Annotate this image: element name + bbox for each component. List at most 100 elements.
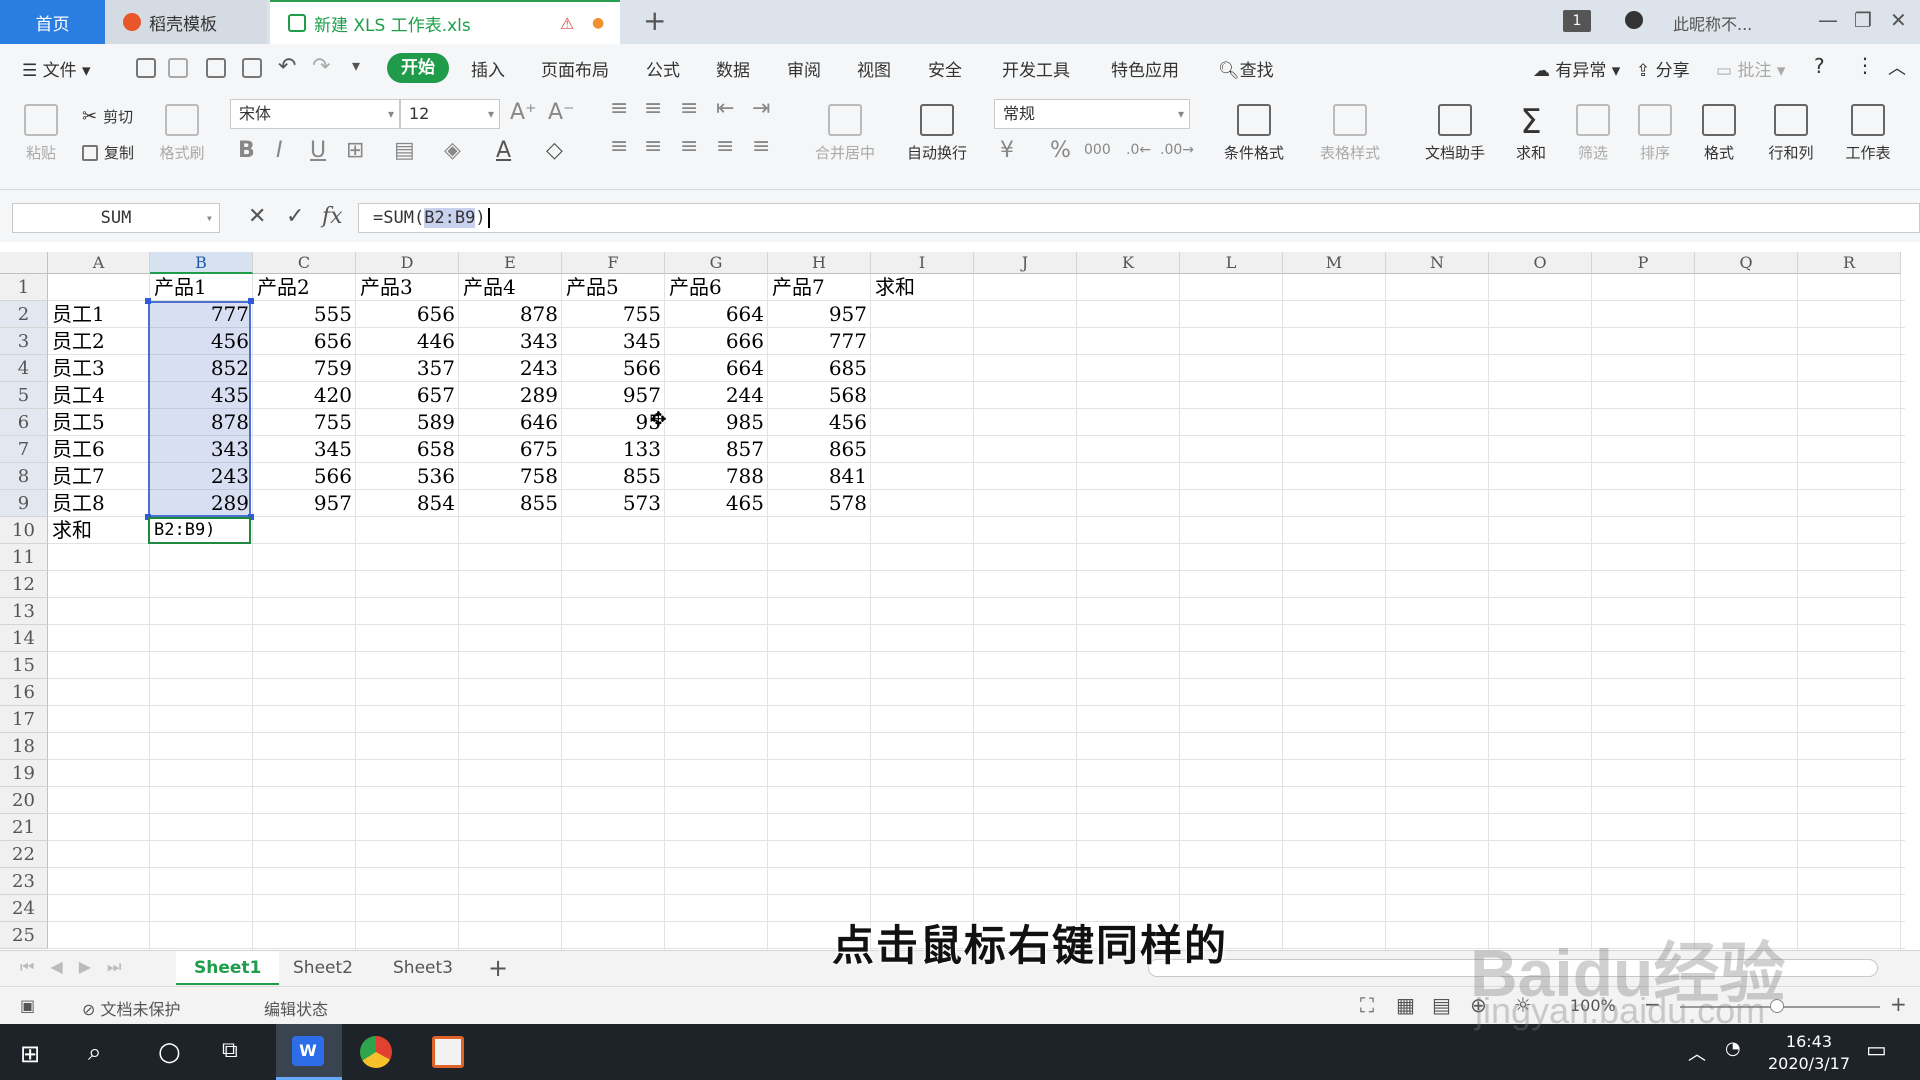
value-cell[interactable]: 656 bbox=[356, 301, 459, 328]
increase-font-icon[interactable]: A⁺ bbox=[510, 100, 537, 125]
value-cell[interactable]: 759 bbox=[253, 355, 356, 382]
network-icon[interactable]: ◔ bbox=[1725, 1038, 1741, 1059]
more-icon[interactable]: ⋮ bbox=[1855, 53, 1875, 77]
column-header[interactable]: P bbox=[1592, 252, 1695, 274]
row-col-button[interactable]: 行和列 bbox=[1758, 104, 1824, 163]
row-header[interactable]: 7 bbox=[0, 436, 48, 463]
distribute-icon[interactable]: ≡ bbox=[752, 134, 770, 159]
fullscreen-icon[interactable]: ⛶ bbox=[1360, 993, 1374, 1017]
column-header[interactable]: N bbox=[1386, 252, 1489, 274]
indent-increase-icon[interactable]: ⇥ bbox=[752, 96, 770, 121]
insert-function-button[interactable]: fx bbox=[322, 204, 343, 229]
align-middle-icon[interactable]: ≡ bbox=[644, 96, 662, 121]
value-cell[interactable]: 878 bbox=[150, 409, 253, 436]
value-cell[interactable]: 658 bbox=[356, 436, 459, 463]
align-left-icon[interactable]: ≡ bbox=[610, 134, 628, 159]
menu-page-layout[interactable]: 页面布局 bbox=[541, 56, 609, 81]
row-header[interactable]: 25 bbox=[0, 922, 48, 949]
value-cell[interactable]: 675 bbox=[459, 436, 562, 463]
row-header[interactable]: 8 bbox=[0, 463, 48, 490]
percent-icon[interactable]: % bbox=[1050, 138, 1071, 163]
column-header[interactable]: K bbox=[1077, 252, 1180, 274]
table-style-button[interactable]: 表格样式 bbox=[1308, 104, 1392, 163]
value-cell[interactable]: 566 bbox=[562, 355, 665, 382]
column-header[interactable]: B bbox=[150, 252, 253, 274]
menu-developer[interactable]: 开发工具 bbox=[1002, 56, 1070, 81]
copy-button[interactable]: 复制 bbox=[82, 142, 134, 163]
menu-search[interactable]: 🔍︎查找 bbox=[1218, 56, 1274, 81]
value-cell[interactable]: 345 bbox=[562, 328, 665, 355]
row-label-cell[interactable]: 员工7 bbox=[48, 463, 150, 490]
taskbar-wps-app[interactable]: W bbox=[276, 1024, 342, 1080]
value-cell[interactable]: 656 bbox=[253, 328, 356, 355]
value-cell[interactable]: 446 bbox=[356, 328, 459, 355]
header-cell[interactable]: 产品4 bbox=[459, 274, 562, 301]
comment-button[interactable]: ▭ 批注 ▾ bbox=[1716, 56, 1785, 81]
value-cell[interactable]: 536 bbox=[356, 463, 459, 490]
header-cell[interactable]: 产品1 bbox=[150, 274, 253, 301]
row-header[interactable]: 13 bbox=[0, 598, 48, 625]
tab-sheet1[interactable]: Sheet1 bbox=[176, 951, 280, 985]
thousand-separator-icon[interactable]: 000 bbox=[1084, 142, 1111, 158]
decrease-decimal-icon[interactable]: .00→ bbox=[1160, 142, 1194, 158]
restore-icon[interactable]: ❐ bbox=[1854, 8, 1872, 32]
column-header[interactable]: H bbox=[768, 252, 871, 274]
fill-color-icon[interactable]: ◈ bbox=[444, 138, 461, 163]
row-header[interactable]: 12 bbox=[0, 571, 48, 598]
value-cell[interactable]: 957 bbox=[768, 301, 871, 328]
value-cell[interactable]: 855 bbox=[562, 463, 665, 490]
column-header[interactable]: F bbox=[562, 252, 665, 274]
row-header[interactable]: 20 bbox=[0, 787, 48, 814]
select-all-corner[interactable] bbox=[0, 252, 48, 274]
column-header[interactable]: D bbox=[356, 252, 459, 274]
row-header[interactable]: 4 bbox=[0, 355, 48, 382]
export-icon[interactable] bbox=[168, 58, 188, 78]
menu-special[interactable]: 特色应用 bbox=[1111, 56, 1179, 81]
format-painter-button[interactable]: 格式刷 bbox=[150, 104, 214, 163]
doc-protect-status[interactable]: ⊘ 文档未保护 bbox=[82, 996, 181, 1020]
page-badge[interactable]: 1 bbox=[1563, 10, 1591, 32]
row-header[interactable]: 2 bbox=[0, 301, 48, 328]
menu-review[interactable]: 审阅 bbox=[787, 56, 821, 81]
cut-button[interactable]: ✂ 剪切 bbox=[82, 106, 133, 127]
cortana-icon[interactable]: ○ bbox=[158, 1037, 181, 1067]
tab-sheet2[interactable]: Sheet2 bbox=[275, 951, 371, 985]
font-name-select[interactable]: 宋体 bbox=[230, 99, 400, 129]
customize-icon[interactable]: ▾ bbox=[352, 56, 360, 75]
normal-view-icon[interactable]: ▦ bbox=[1396, 993, 1415, 1017]
tab-sheet3[interactable]: Sheet3 bbox=[375, 951, 471, 985]
header-cell[interactable]: 产品2 bbox=[253, 274, 356, 301]
column-header[interactable]: A bbox=[48, 252, 150, 274]
row-header[interactable]: 3 bbox=[0, 328, 48, 355]
value-cell[interactable]: 243 bbox=[150, 463, 253, 490]
value-cell[interactable]: 133 bbox=[562, 436, 665, 463]
tab-template[interactable]: 稻壳模板 bbox=[105, 0, 267, 44]
increase-decimal-icon[interactable]: .0← bbox=[1126, 142, 1151, 158]
header-cell[interactable]: 产品3 bbox=[356, 274, 459, 301]
menu-insert[interactable]: 插入 bbox=[471, 56, 505, 81]
row-label-cell[interactable]: 员工5 bbox=[48, 409, 150, 436]
row-label-cell[interactable]: 员工8 bbox=[48, 490, 150, 517]
worksheet-button[interactable]: 工作表 bbox=[1838, 104, 1898, 163]
save-icon[interactable] bbox=[136, 58, 156, 78]
row-header[interactable]: 17 bbox=[0, 706, 48, 733]
value-cell[interactable]: 852 bbox=[150, 355, 253, 382]
value-cell[interactable]: 957 bbox=[253, 490, 356, 517]
editing-cell[interactable]: B2:B9) bbox=[150, 517, 253, 544]
help-button[interactable]: ? bbox=[1814, 54, 1825, 78]
value-cell[interactable]: 420 bbox=[253, 382, 356, 409]
value-cell[interactable]: 456 bbox=[150, 328, 253, 355]
zoom-in-icon[interactable]: + bbox=[1890, 992, 1907, 1016]
notification-icon[interactable]: ▭ bbox=[1866, 1038, 1887, 1063]
value-cell[interactable]: 865 bbox=[768, 436, 871, 463]
collapse-ribbon-icon[interactable]: ︿ bbox=[1888, 54, 1906, 80]
border-icon[interactable]: ⊞ bbox=[346, 138, 364, 163]
cell-style-icon[interactable]: ▤ bbox=[394, 138, 415, 163]
row-label-cell[interactable]: 员工4 bbox=[48, 382, 150, 409]
confirm-formula-icon[interactable]: ✓ bbox=[286, 204, 304, 229]
align-top-icon[interactable]: ≡ bbox=[610, 96, 628, 121]
column-header[interactable]: J bbox=[974, 252, 1077, 274]
value-cell[interactable]: 465 bbox=[665, 490, 768, 517]
formula-input[interactable]: =SUM(B2:B9) bbox=[358, 203, 1920, 233]
row-header[interactable]: 9 bbox=[0, 490, 48, 517]
